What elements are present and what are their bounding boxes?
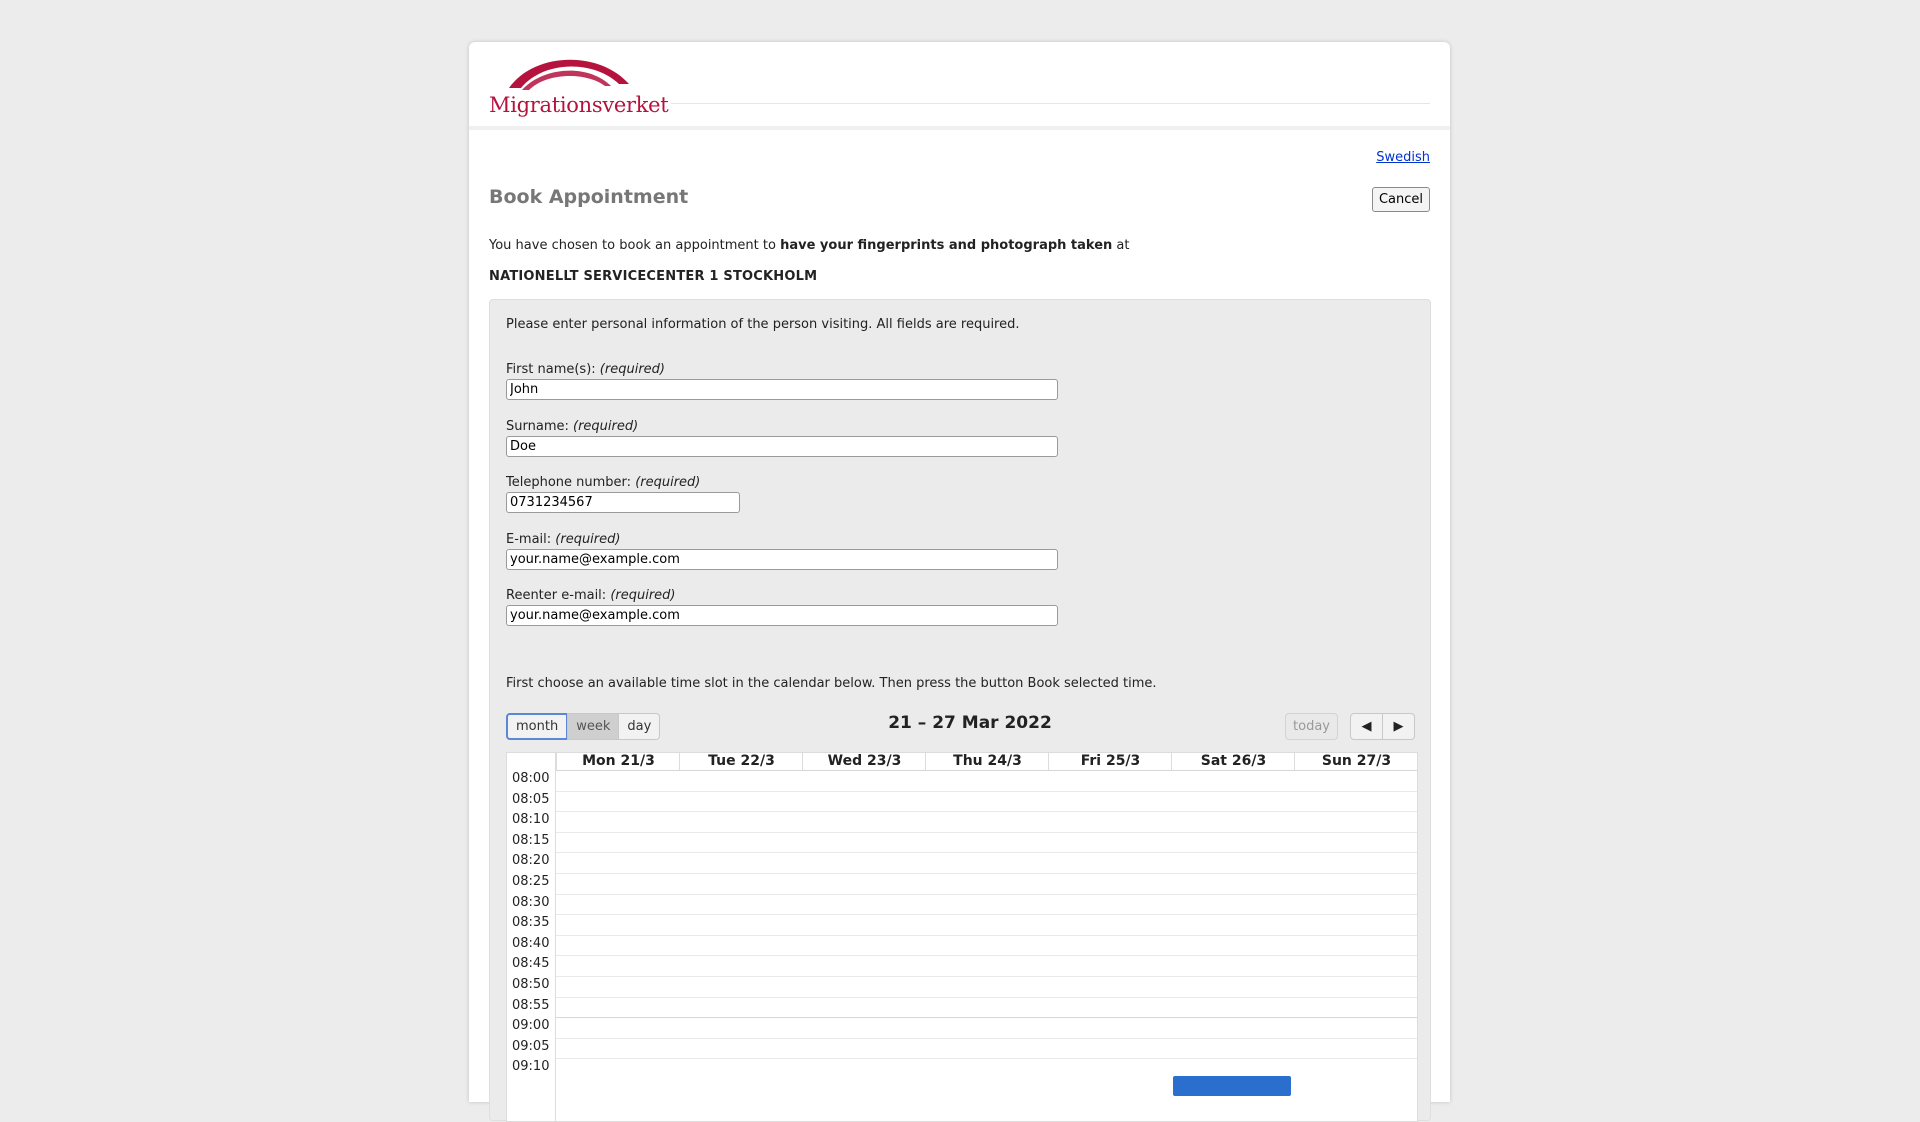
intro-prefix: You have chosen to book an appointment t… <box>489 238 781 253</box>
intro-text: You have chosen to book an appointment t… <box>489 238 1129 253</box>
day-header: Thu 24/3 <box>925 753 1049 770</box>
logo-arch-icon <box>509 59 629 90</box>
calendar-event[interactable] <box>1173 1076 1291 1096</box>
time-slot-label: 08:30 <box>512 894 550 910</box>
page-title: Book Appointment <box>489 186 689 208</box>
view-week-button[interactable]: week <box>567 713 620 740</box>
first-name-label: First name(s): (required) <box>506 362 1058 378</box>
time-slot-row[interactable] <box>556 790 1417 792</box>
calendar-instruction: First choose an available time slot in t… <box>506 676 1157 691</box>
intro-suffix: at <box>1112 238 1130 253</box>
required-tag: (required) <box>599 362 665 377</box>
telephone-field-group: Telephone number: (required) <box>506 475 740 513</box>
email-label-text: E-mail: <box>506 532 556 547</box>
next-week-button[interactable]: ▶ <box>1382 713 1415 740</box>
day-header: Tue 22/3 <box>679 753 803 770</box>
location-name: NATIONELLT SERVICECENTER 1 STOCKHOLM <box>489 269 818 284</box>
time-slot-label: 08:00 <box>512 771 550 786</box>
email-confirm-input[interactable] <box>506 605 1058 626</box>
telephone-label-text: Telephone number: <box>506 475 636 490</box>
time-slot-row[interactable] <box>556 1017 1417 1019</box>
day-header: Mon 21/3 <box>556 753 680 770</box>
time-slot-row[interactable] <box>556 831 1417 833</box>
surname-label-text: Surname: <box>506 419 573 434</box>
time-slot-label: 08:40 <box>512 935 550 951</box>
surname-field-group: Surname: (required) <box>506 419 1058 457</box>
required-tag: (required) <box>635 475 701 490</box>
email-confirm-field-group: Reenter e-mail: (required) <box>506 588 1058 626</box>
migrationsverket-logo[interactable]: Migrationsverket <box>489 54 669 117</box>
intro-purpose: have your fingerprints and photograph ta… <box>780 238 1113 253</box>
previous-week-button[interactable]: ◀ <box>1350 713 1383 740</box>
site-header: Migrationsverket <box>469 42 1450 130</box>
header-divider <box>671 103 1430 104</box>
cancel-button[interactable]: Cancel <box>1371 187 1430 212</box>
time-slot-label: 08:50 <box>512 977 550 992</box>
day-header: Sun 27/3 <box>1294 753 1417 770</box>
calendar-date-range: 21 – 27 Mar 2022 <box>888 713 1052 733</box>
today-button[interactable]: today <box>1285 713 1338 740</box>
personal-info-form: Please enter personal information of the… <box>489 299 1431 1122</box>
language-switch-link[interactable]: Swedish <box>1376 150 1430 165</box>
calendar-day-headers: Mon 21/3 Tue 22/3 Wed 23/3 Thu 24/3 Fri 25/3… <box>507 753 1417 770</box>
first-name-input[interactable] <box>506 379 1058 400</box>
time-slot-label: 09:10 <box>512 1059 550 1075</box>
time-slot-label: 09:05 <box>512 1038 550 1054</box>
surname-label: Surname: (required) <box>506 419 1058 435</box>
time-slot-label: 08:25 <box>512 874 550 889</box>
email-input[interactable] <box>506 549 1058 570</box>
view-month-button[interactable]: month <box>506 713 569 740</box>
time-slot-row[interactable] <box>556 873 1417 874</box>
email-confirm-label: Reenter e-mail: (required) <box>506 588 1058 604</box>
email-label: E-mail: (required) <box>506 532 1058 548</box>
time-slot-label: 08:10 <box>512 812 550 828</box>
time-slot-row[interactable] <box>556 1037 1417 1039</box>
week-calendar-grid[interactable]: Mon 21/3 Tue 22/3 Wed 23/3 Thu 24/3 Fri 25/3… <box>506 752 1418 1122</box>
brand-name: Migrationsverket <box>489 93 669 117</box>
time-slot-label: 08:05 <box>512 791 550 807</box>
required-tag: (required) <box>573 419 639 434</box>
time-slot-label: 08:55 <box>512 997 550 1013</box>
time-slot-label: 08:35 <box>512 915 550 931</box>
day-header: Fri 25/3 <box>1048 753 1172 770</box>
time-slot-row[interactable] <box>556 914 1417 916</box>
calendar-view-switcher: month week day <box>506 713 661 740</box>
booking-page: Migrationsverket Swedish Book Appointmen… <box>469 42 1450 1122</box>
first-name-label-text: First name(s): <box>506 362 600 377</box>
time-slot-row[interactable] <box>556 852 1417 854</box>
first-name-field-group: First name(s): (required) <box>506 362 1058 400</box>
required-tag: (required) <box>555 532 621 547</box>
form-instruction: Please enter personal information of the… <box>506 317 1020 332</box>
time-slot-row[interactable] <box>556 811 1417 813</box>
email-confirm-label-text: Reenter e-mail: <box>506 588 611 603</box>
telephone-input[interactable] <box>506 492 740 513</box>
time-slot-row[interactable] <box>556 770 1417 771</box>
day-header: Wed 23/3 <box>802 753 926 770</box>
view-day-button[interactable]: day <box>618 713 661 740</box>
telephone-label: Telephone number: (required) <box>506 475 740 491</box>
email-field-group: E-mail: (required) <box>506 532 1058 570</box>
surname-input[interactable] <box>506 436 1058 457</box>
time-slot-row[interactable] <box>556 976 1417 977</box>
time-slot-label: 08:45 <box>512 956 550 972</box>
time-slot-row[interactable] <box>556 1058 1417 1060</box>
time-slot-row[interactable] <box>556 934 1417 936</box>
day-header: Sat 26/3 <box>1171 753 1295 770</box>
time-slot-label: 09:00 <box>512 1018 550 1034</box>
required-tag: (required) <box>610 588 676 603</box>
arrow-left-icon: ◀ <box>1361 719 1372 734</box>
time-slot-label: 08:15 <box>512 832 550 848</box>
calendar-nav: ◀ ▶ <box>1350 713 1415 740</box>
arrow-right-icon: ▶ <box>1393 719 1404 734</box>
time-slot-row[interactable] <box>556 955 1417 957</box>
time-slot-label: 08:20 <box>512 853 550 869</box>
time-slot-row[interactable] <box>556 893 1417 895</box>
time-slot-row[interactable] <box>556 996 1417 998</box>
